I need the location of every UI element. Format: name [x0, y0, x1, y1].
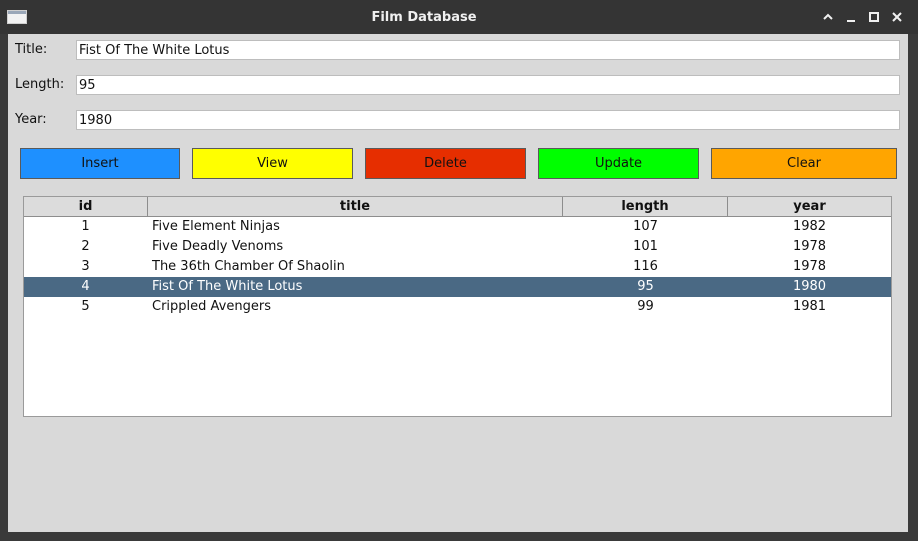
- main-panel: Title: Length: Year: Insert View Delete …: [8, 34, 908, 532]
- update-button[interactable]: Update: [538, 148, 699, 179]
- view-button[interactable]: View: [192, 148, 353, 179]
- cell-year: 1978: [792, 239, 827, 254]
- cell-id: 5: [81, 299, 90, 314]
- year-label: Year:: [15, 112, 47, 127]
- table-header: id title length year: [24, 197, 891, 217]
- year-input[interactable]: [76, 110, 900, 130]
- length-input[interactable]: [76, 75, 900, 95]
- cell-title: Five Deadly Venoms: [152, 239, 284, 254]
- column-header-length[interactable]: length: [563, 197, 728, 217]
- cell-title: Fist Of The White Lotus: [152, 279, 303, 294]
- cell-year: 1980: [792, 279, 827, 294]
- cell-year: 1978: [792, 259, 827, 274]
- table-row[interactable]: 2 Five Deadly Venoms 101 1978: [24, 237, 891, 257]
- app-window: Film Database Title: Length: Year: Inser…: [0, 0, 918, 541]
- title-label: Title:: [15, 42, 48, 57]
- cell-length: 99: [637, 299, 654, 314]
- film-table[interactable]: id title length year 1 Five Element Ninja…: [23, 196, 892, 417]
- close-icon[interactable]: [888, 8, 906, 26]
- table-row[interactable]: 3 The 36th Chamber Of Shaolin 116 1978: [24, 257, 891, 277]
- table-row[interactable]: 5 Crippled Avengers 99 1981: [24, 297, 891, 317]
- table-row[interactable]: 1 Five Element Ninjas 107 1982: [24, 217, 891, 237]
- delete-button[interactable]: Delete: [365, 148, 526, 179]
- cell-title: The 36th Chamber Of Shaolin: [152, 259, 345, 274]
- cell-title: Crippled Avengers: [152, 299, 271, 314]
- title-bar[interactable]: Film Database: [0, 0, 918, 34]
- cell-length: 116: [633, 259, 658, 274]
- cell-id: 3: [81, 259, 90, 274]
- chevron-up-icon[interactable]: [819, 8, 837, 26]
- cell-id: 4: [81, 279, 90, 294]
- maximize-icon[interactable]: [865, 8, 883, 26]
- minimize-icon[interactable]: [842, 8, 860, 26]
- table-row[interactable]: 4 Fist Of The White Lotus 95 1980: [24, 277, 891, 297]
- column-header-id[interactable]: id: [24, 197, 148, 217]
- cell-year: 1982: [792, 219, 827, 234]
- cell-title: Five Element Ninjas: [152, 219, 280, 234]
- cell-id: 1: [81, 219, 90, 234]
- cell-id: 2: [81, 239, 90, 254]
- cell-length: 95: [637, 279, 654, 294]
- clear-button[interactable]: Clear: [711, 148, 897, 179]
- window-title: Film Database: [371, 10, 477, 25]
- length-label: Length:: [15, 77, 65, 92]
- cell-length: 101: [633, 239, 658, 254]
- title-input[interactable]: [76, 40, 900, 60]
- cell-length: 107: [633, 219, 658, 234]
- column-header-year[interactable]: year: [728, 197, 891, 217]
- cell-year: 1981: [792, 299, 827, 314]
- column-header-title[interactable]: title: [148, 197, 563, 217]
- insert-button[interactable]: Insert: [20, 148, 180, 179]
